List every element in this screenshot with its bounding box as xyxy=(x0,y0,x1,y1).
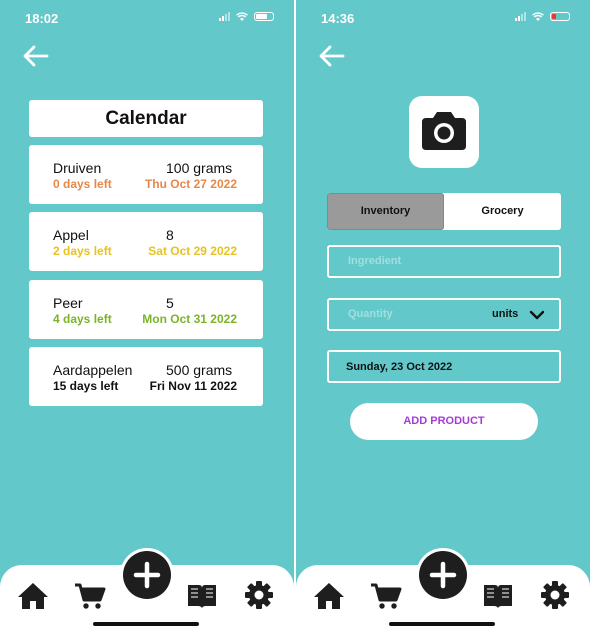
calendar-item[interactable]: Druiven 100 grams 0 days left Thu Oct 27… xyxy=(29,145,263,204)
chevron-down-icon[interactable] xyxy=(529,309,545,321)
units-select[interactable]: units xyxy=(492,308,518,320)
quantity-field: units xyxy=(327,298,561,331)
item-name: Appel xyxy=(53,227,89,243)
home-indicator xyxy=(389,622,495,626)
quantity-input[interactable] xyxy=(348,308,488,320)
item-days-left: 4 days left xyxy=(53,312,112,326)
item-name: Druiven xyxy=(53,160,102,176)
cart-icon[interactable] xyxy=(74,582,106,610)
signal-icon xyxy=(219,12,230,21)
item-date: Fri Nov 11 2022 xyxy=(149,379,237,393)
back-arrow-icon[interactable] xyxy=(22,44,50,68)
status-time: 18:02 xyxy=(25,11,59,26)
tab-grocery[interactable]: Grocery xyxy=(444,193,561,230)
status-time: 14:36 xyxy=(321,11,355,26)
gear-icon[interactable] xyxy=(244,580,274,610)
list-toggle: Inventory Grocery xyxy=(327,193,561,230)
book-icon[interactable] xyxy=(186,582,218,610)
home-icon[interactable] xyxy=(313,582,345,610)
gear-icon[interactable] xyxy=(540,580,570,610)
calendar-item[interactable]: Aardappelen 500 grams 15 days left Fri N… xyxy=(29,347,263,406)
item-name: Peer xyxy=(53,295,83,311)
book-icon[interactable] xyxy=(482,582,514,610)
ingredient-field xyxy=(327,245,561,278)
item-date: Sat Oct 29 2022 xyxy=(148,244,237,258)
item-days-left: 2 days left xyxy=(53,244,112,258)
tab-inventory[interactable]: Inventory xyxy=(327,193,444,230)
date-field[interactable]: Sunday, 23 Oct 2022 xyxy=(327,350,561,383)
cart-icon[interactable] xyxy=(370,582,402,610)
item-days-left: 0 days left xyxy=(53,177,112,191)
add-button[interactable] xyxy=(120,548,174,602)
item-days-left: 15 days left xyxy=(53,379,119,393)
calendar-item[interactable]: Appel 8 2 days left Sat Oct 29 2022 xyxy=(29,212,263,271)
item-date: Thu Oct 27 2022 xyxy=(144,177,237,191)
photo-button[interactable] xyxy=(409,96,479,168)
ingredient-input[interactable] xyxy=(348,255,488,267)
date-value: Sunday, 23 Oct 2022 xyxy=(346,361,453,373)
camera-icon xyxy=(422,112,466,150)
calendar-item[interactable]: Peer 5 4 days left Mon Oct 31 2022 xyxy=(29,280,263,339)
add-button[interactable] xyxy=(416,548,470,602)
back-arrow-icon[interactable] xyxy=(318,44,346,68)
status-icons xyxy=(219,12,274,21)
add-product-screen: 14:36 Inventory Grocery units Sunday, 23… xyxy=(296,0,590,633)
item-date: Mon Oct 31 2022 xyxy=(142,312,237,326)
item-quantity: 8 xyxy=(166,227,174,243)
plus-icon xyxy=(429,561,457,589)
item-quantity: 5 xyxy=(166,295,174,311)
signal-icon xyxy=(515,12,526,21)
item-quantity: 500 grams xyxy=(166,362,233,378)
status-icons xyxy=(515,12,570,21)
plus-icon xyxy=(133,561,161,589)
battery-icon xyxy=(254,12,274,21)
home-icon[interactable] xyxy=(17,582,49,610)
wifi-icon xyxy=(532,12,544,21)
home-indicator xyxy=(93,622,199,626)
battery-icon xyxy=(550,12,570,21)
item-quantity: 100 grams xyxy=(166,160,233,176)
item-name: Aardappelen xyxy=(53,362,133,378)
page-title: Calendar xyxy=(29,100,263,137)
wifi-icon xyxy=(236,12,248,21)
add-product-button[interactable]: ADD PRODUCT xyxy=(350,403,538,440)
calendar-screen: 18:02 Calendar Druiven 100 grams 0 days … xyxy=(0,0,294,633)
